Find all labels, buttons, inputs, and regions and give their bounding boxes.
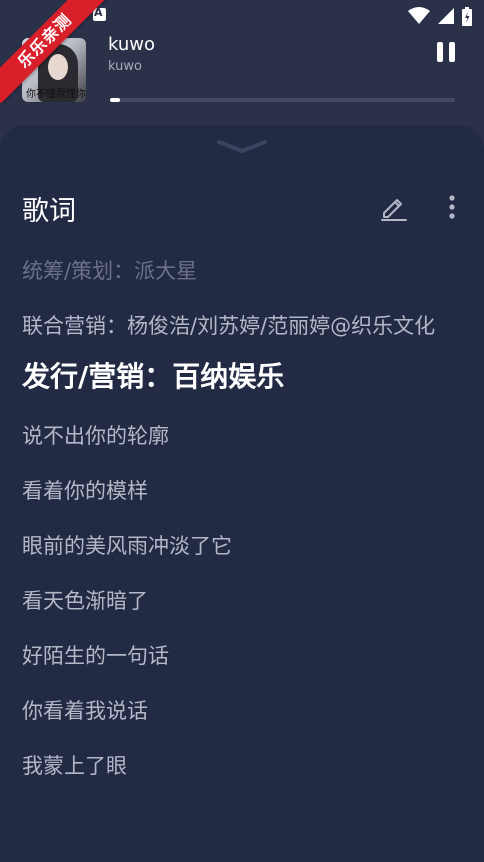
track-artist[interactable]: kuwo — [108, 59, 142, 74]
lyric-line[interactable]: 统筹/策划：派大星 — [22, 256, 462, 286]
lyrics-title: 歌词 — [22, 196, 76, 227]
lyric-line[interactable]: 眼前的美风雨冲淡了它 — [22, 531, 462, 561]
lyrics-sheet: 歌词 统筹/策划：派大星 联合营销：杨俊浩/刘苏婷/范丽婷@织乐文化发行/营销：百… — [0, 125, 484, 862]
pencil-icon[interactable] — [378, 191, 410, 223]
lyric-line[interactable]: 联合营销：杨俊浩/刘苏婷/范丽婷@织乐文化 — [22, 311, 462, 341]
more-vertical-icon[interactable] — [440, 191, 464, 223]
pause-button[interactable] — [432, 38, 460, 66]
lyric-line[interactable]: 看天色渐暗了 — [22, 586, 462, 616]
battery-charging-icon — [462, 6, 472, 26]
watermark-ribbon: 乐乐亲测 — [0, 0, 110, 110]
lyric-line[interactable]: 发行/营销：百纳娱乐 — [22, 357, 462, 397]
now-playing-header: A 你不懂我懂你我懂 乐乐亲测 kuwo kuwo — [0, 0, 484, 125]
lyric-line[interactable]: 你看着我说话 — [22, 696, 462, 726]
lyric-line[interactable]: 看着你的模样 — [22, 476, 462, 506]
lyric-line[interactable]: 好陌生的一句话 — [22, 641, 462, 671]
watermark-text: 乐乐亲测 — [0, 0, 108, 104]
pause-icon — [437, 42, 443, 62]
pause-icon-bar — [449, 42, 455, 62]
chevron-down-icon[interactable] — [216, 138, 268, 154]
lyrics-list[interactable]: 统筹/策划：派大星 联合营销：杨俊浩/刘苏婷/范丽婷@织乐文化发行/营销：百纳娱乐… — [22, 256, 462, 806]
wifi-icon — [408, 7, 430, 24]
playback-progress-bar[interactable] — [110, 98, 455, 102]
playback-progress-fill — [110, 98, 121, 102]
track-title[interactable]: kuwo — [108, 34, 155, 55]
lyric-line[interactable]: 说不出你的轮廓 — [22, 421, 462, 451]
lyric-line[interactable]: 我蒙上了眼 — [22, 751, 462, 781]
status-bar-icons — [408, 6, 472, 26]
signal-icon — [438, 8, 454, 24]
